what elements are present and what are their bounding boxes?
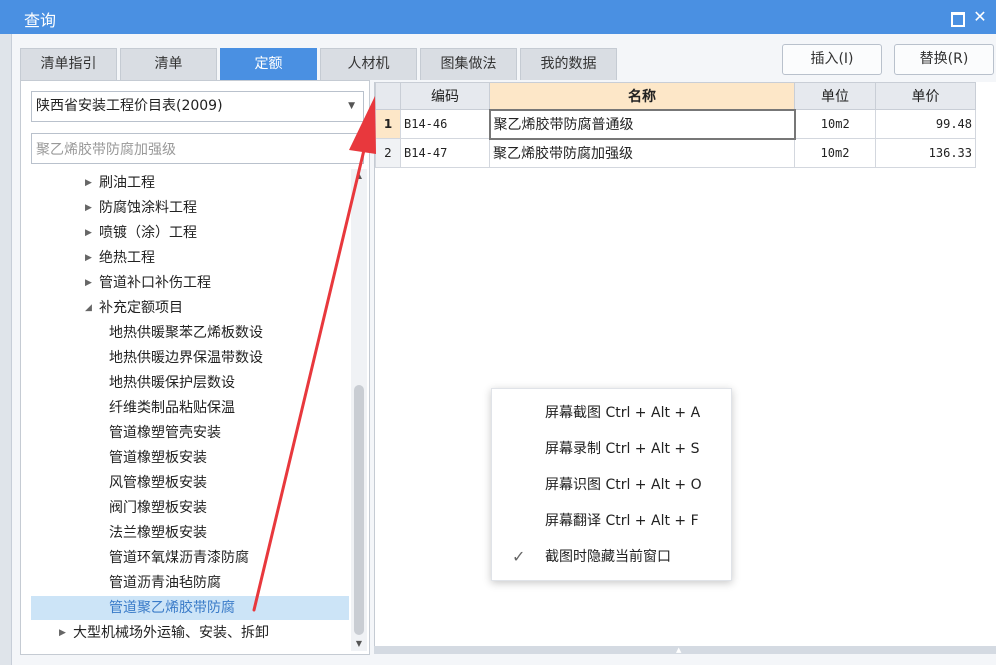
tree-collapse-icon[interactable]: ◢ (85, 296, 99, 320)
tree-scrollbar[interactable]: ▲ ▼ (351, 169, 367, 651)
left-pane: 陕西省安装工程价目表(2009) ▼ ▶刷油工程▶防腐蚀涂料工程▶喷镀（涂）工程… (20, 80, 370, 655)
replace-button[interactable]: 替换(R) (894, 44, 994, 75)
tab-bill[interactable]: 清单 (120, 48, 217, 80)
row-number[interactable]: 2 (375, 138, 401, 168)
unit-cell[interactable]: 10m2 (794, 109, 876, 139)
tree-node-label: 风管橡塑板安装 (109, 475, 207, 491)
check-icon: ✓ (512, 547, 526, 566)
search-input[interactable] (31, 133, 364, 164)
tree-node-label: 法兰橡塑板安装 (109, 525, 207, 541)
scroll-down-icon[interactable]: ▼ (351, 637, 367, 651)
tree-expand-icon[interactable]: ▶ (85, 196, 99, 220)
tab-my-data[interactable]: 我的数据 (520, 48, 617, 80)
code-header[interactable]: 编码 (400, 82, 490, 110)
tree-node[interactable]: ▶ 刷油工程 (31, 171, 349, 195)
table-header-row: 编码 名称 单位 单价 (375, 82, 976, 110)
table-row[interactable]: 1 B14-46 聚乙烯胶带防腐普通级 10m2 99.48 (375, 108, 976, 140)
tree-node-label: 管道橡塑管壳安装 (109, 425, 221, 441)
tree-node-label: 喷镀（涂）工程 (99, 225, 197, 241)
tree-node[interactable]: 阀门橡塑板安装 (31, 496, 349, 520)
scroll-thumb[interactable] (354, 385, 364, 635)
tree-node-label: 管道橡塑板安装 (109, 450, 207, 466)
price-cell[interactable]: 99.48 (875, 109, 976, 139)
row-number[interactable]: 1 (375, 109, 401, 139)
tree-node[interactable]: 地热供暖边界保温带数设 (31, 346, 349, 370)
tree-node[interactable]: 法兰橡塑板安装 (31, 521, 349, 545)
name-cell[interactable]: 聚乙烯胶带防腐普通级 (488, 108, 796, 140)
tree-node[interactable]: 管道环氧煤沥青漆防腐 (31, 546, 349, 570)
tree-node-label: 纤维类制品粘贴保温 (109, 400, 235, 416)
splitter-bar[interactable]: ▲ (374, 646, 996, 654)
library-select[interactable]: 陕西省安装工程价目表(2009) ▼ (31, 91, 364, 122)
menu-item-screen-ocr[interactable]: 屏幕识图 Ctrl + Alt + O (492, 467, 733, 503)
background-window-edge (0, 34, 12, 665)
unit-header[interactable]: 单位 (794, 82, 876, 110)
chevron-down-icon[interactable]: ▼ (348, 92, 355, 121)
tree-node-label: 管道沥青油毡防腐 (109, 575, 221, 591)
tree-node[interactable]: 管道聚乙烯胶带防腐 (31, 596, 349, 620)
price-header[interactable]: 单价 (875, 82, 976, 110)
tree-node[interactable]: 地热供暖聚苯乙烯板数设 (31, 321, 349, 345)
tab-quota[interactable]: 定额 (220, 48, 317, 80)
tree-node-label: 管道聚乙烯胶带防腐 (109, 600, 235, 616)
tree-expand-icon[interactable]: ▶ (85, 246, 99, 270)
menu-item-screenshot[interactable]: 屏幕截图 Ctrl + Alt + A (492, 395, 733, 431)
splitter-up-icon[interactable]: ▲ (676, 646, 681, 654)
tree-expand-icon[interactable]: ▶ (85, 271, 99, 295)
tree-node[interactable]: 管道沥青油毡防腐 (31, 571, 349, 595)
tab-atlas-method[interactable]: 图集做法 (420, 48, 517, 80)
title-bar[interactable]: 查询 ✕ (0, 0, 996, 34)
close-icon[interactable]: ✕ (970, 7, 990, 27)
context-menu: 屏幕截图 Ctrl + Alt + A 屏幕录制 Ctrl + Alt + S … (491, 388, 732, 581)
query-dialog: 查询 ✕ 清单指引 清单 定额 人材机 图集做法 我的数据 插入(I) 替换(R… (0, 0, 996, 665)
menu-item-hide-window[interactable]: ✓ 截图时隐藏当前窗口 (492, 539, 733, 575)
maximize-icon[interactable] (946, 7, 966, 27)
table-row[interactable]: 2 B14-47 聚乙烯胶带防腐加强级 10m2 136.33 (375, 138, 976, 168)
menu-item-screen-translate[interactable]: 屏幕翻译 Ctrl + Alt + F (492, 503, 733, 539)
insert-button[interactable]: 插入(I) (782, 44, 882, 75)
tree-node-label: 刷油工程 (99, 175, 155, 191)
price-cell[interactable]: 136.33 (875, 138, 976, 168)
tree-node[interactable]: ▶ 管道补口补伤工程 (31, 271, 349, 295)
tree-node[interactable]: 管道橡塑板安装 (31, 446, 349, 470)
tree-node[interactable]: ▶ 喷镀（涂）工程 (31, 221, 349, 245)
tree-node[interactable]: 纤维类制品粘贴保温 (31, 396, 349, 420)
tree-node-label: 管道补口补伤工程 (99, 275, 211, 291)
unit-cell[interactable]: 10m2 (794, 138, 876, 168)
tree-node-label: 防腐蚀涂料工程 (99, 200, 197, 216)
name-cell[interactable]: 聚乙烯胶带防腐加强级 (489, 138, 795, 168)
tree-node[interactable]: 地热供暖保护层数设 (31, 371, 349, 395)
tree-expand-icon[interactable]: ▶ (85, 171, 99, 195)
scroll-up-icon[interactable]: ▲ (351, 169, 367, 183)
tree-node[interactable]: 风管橡塑板安装 (31, 471, 349, 495)
tree-node-label: 地热供暖边界保温带数设 (109, 350, 263, 366)
tree-node-label: 地热供暖保护层数设 (109, 375, 235, 391)
tree-node[interactable]: ▶ 防腐蚀涂料工程 (31, 196, 349, 220)
quota-tree: ▶ 刷油工程 ▶ 防腐蚀涂料工程 ▶ 喷镀（涂）工程 ▶ 绝热工程 ▶ 管道补口补伤工程 ◢ 补充定额… (21, 171, 351, 651)
tree-node-label: 管道环氧煤沥青漆防腐 (109, 550, 249, 566)
tree-node-label: 阀门橡塑板安装 (109, 500, 207, 516)
tree-node-label: 绝热工程 (99, 250, 155, 266)
code-cell[interactable]: B14-46 (400, 109, 490, 139)
tree-node-label: 大型机械场外运输、安装、拆卸 (73, 625, 269, 641)
tree-node-label: 补充定额项目 (99, 300, 183, 316)
library-select-value: 陕西省安装工程价目表(2009) (36, 98, 223, 114)
menu-item-screen-record[interactable]: 屏幕录制 Ctrl + Alt + S (492, 431, 733, 467)
tree-node[interactable]: ▶ 绝热工程 (31, 246, 349, 270)
code-cell[interactable]: B14-47 (400, 138, 490, 168)
tree-expand-icon[interactable]: ▶ (59, 621, 73, 645)
tree-expand-icon[interactable]: ▶ (85, 221, 99, 245)
result-table: 编码 名称 单位 单价 1 B14-46 聚乙烯胶带防腐普通级 10m2 99.… (375, 82, 976, 168)
tab-labor-material-machine[interactable]: 人材机 (320, 48, 417, 80)
tree-node[interactable]: ▶ 大型机械场外运输、安装、拆卸 (31, 621, 349, 645)
tree-node[interactable]: ◢ 补充定额项目 (31, 296, 349, 320)
tree-node[interactable]: 管道橡塑管壳安装 (31, 421, 349, 445)
window-title: 查询 (24, 11, 57, 30)
tab-bill-guide[interactable]: 清单指引 (20, 48, 117, 80)
row-number-header (375, 82, 401, 110)
tree-node-label: 地热供暖聚苯乙烯板数设 (109, 325, 263, 341)
name-header[interactable]: 名称 (489, 82, 795, 110)
